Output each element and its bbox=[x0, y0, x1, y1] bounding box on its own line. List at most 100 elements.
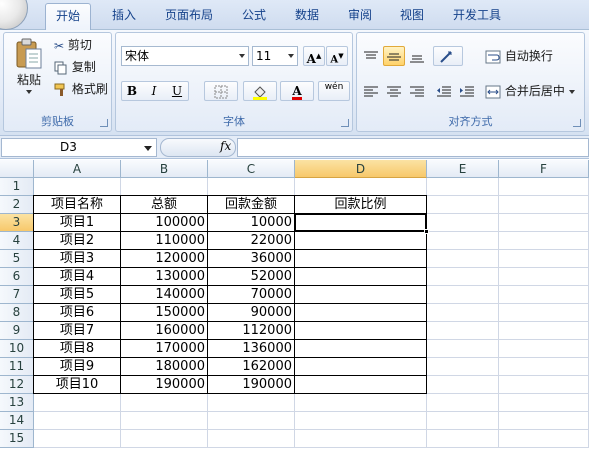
cell-d6[interactable] bbox=[295, 268, 427, 286]
align-right-button[interactable] bbox=[406, 81, 428, 101]
column-header-e[interactable]: E bbox=[427, 160, 499, 178]
cell-b12[interactable]: 190000 bbox=[121, 376, 208, 394]
cell-e8[interactable] bbox=[427, 304, 499, 322]
cell-f9[interactable] bbox=[499, 322, 589, 340]
paste-button[interactable]: 粘贴 bbox=[10, 37, 48, 105]
wrap-text-button[interactable]: 自动换行 bbox=[485, 48, 553, 64]
cell-a15[interactable] bbox=[34, 430, 121, 448]
cell-a10[interactable]: 项目8 bbox=[34, 340, 121, 358]
align-left-button[interactable] bbox=[360, 81, 382, 101]
cell-d4[interactable] bbox=[295, 232, 427, 250]
font-color-button[interactable]: A bbox=[280, 81, 314, 101]
row-header-12[interactable]: 12 bbox=[0, 376, 34, 394]
row-header-5[interactable]: 5 bbox=[0, 250, 34, 268]
insert-function-button[interactable]: fx bbox=[220, 139, 231, 153]
cell-e13[interactable] bbox=[427, 394, 499, 412]
cell-a13[interactable] bbox=[34, 394, 121, 412]
cell-c5[interactable]: 36000 bbox=[208, 250, 295, 268]
cell-d11[interactable] bbox=[295, 358, 427, 376]
format-painter-button[interactable]: 格式刷 bbox=[54, 81, 108, 97]
cell-a7[interactable]: 项目5 bbox=[34, 286, 121, 304]
row-header-1[interactable]: 1 bbox=[0, 178, 34, 196]
cell-f3[interactable] bbox=[499, 214, 589, 232]
tab-developer[interactable]: 开发工具 bbox=[453, 7, 501, 23]
column-header-a[interactable]: A bbox=[34, 160, 121, 178]
cell-b13[interactable] bbox=[121, 394, 208, 412]
cell-a9[interactable]: 项目7 bbox=[34, 322, 121, 340]
phonetic-button[interactable]: wén bbox=[318, 81, 350, 101]
cell-b10[interactable]: 170000 bbox=[121, 340, 208, 358]
row-header-2[interactable]: 2 bbox=[0, 196, 34, 214]
cell-b1[interactable] bbox=[121, 178, 208, 196]
cell-d5[interactable] bbox=[295, 250, 427, 268]
cell-f8[interactable] bbox=[499, 304, 589, 322]
cell-b8[interactable]: 150000 bbox=[121, 304, 208, 322]
cell-e1[interactable] bbox=[427, 178, 499, 196]
cell-f6[interactable] bbox=[499, 268, 589, 286]
tab-data[interactable]: 数据 bbox=[295, 7, 319, 23]
row-header-15[interactable]: 15 bbox=[0, 430, 34, 448]
cell-e15[interactable] bbox=[427, 430, 499, 448]
row-header-10[interactable]: 10 bbox=[0, 340, 34, 358]
cell-a14[interactable] bbox=[34, 412, 121, 430]
cell-e3[interactable] bbox=[427, 214, 499, 232]
cell-f13[interactable] bbox=[499, 394, 589, 412]
tab-page-layout[interactable]: 页面布局 bbox=[165, 7, 213, 23]
borders-button[interactable] bbox=[204, 81, 238, 101]
column-header-c[interactable]: C bbox=[208, 160, 295, 178]
cell-b7[interactable]: 140000 bbox=[121, 286, 208, 304]
cell-d9[interactable] bbox=[295, 322, 427, 340]
cell-c14[interactable] bbox=[208, 412, 295, 430]
cell-d3[interactable] bbox=[295, 214, 427, 232]
merge-center-button[interactable]: 合并后居中 bbox=[485, 83, 575, 99]
cell-c1[interactable] bbox=[208, 178, 295, 196]
cell-a1[interactable] bbox=[34, 178, 121, 196]
cell-a11[interactable]: 项目9 bbox=[34, 358, 121, 376]
cell-e9[interactable] bbox=[427, 322, 499, 340]
cell-a4[interactable]: 项目2 bbox=[34, 232, 121, 250]
row-header-11[interactable]: 11 bbox=[0, 358, 34, 376]
font-dialog-launcher[interactable] bbox=[341, 119, 349, 127]
cell-e14[interactable] bbox=[427, 412, 499, 430]
fill-handle[interactable] bbox=[424, 229, 429, 234]
cell-f2[interactable] bbox=[499, 196, 589, 214]
cell-b11[interactable]: 180000 bbox=[121, 358, 208, 376]
cell-e11[interactable] bbox=[427, 358, 499, 376]
font-size-combo[interactable]: 11 bbox=[252, 46, 298, 66]
align-bottom-button[interactable] bbox=[406, 46, 428, 66]
cell-f4[interactable] bbox=[499, 232, 589, 250]
select-all-corner[interactable] bbox=[0, 160, 34, 178]
font-name-combo[interactable]: 宋体 bbox=[121, 46, 249, 66]
fill-color-button[interactable] bbox=[243, 81, 277, 101]
cell-c8[interactable]: 90000 bbox=[208, 304, 295, 322]
alignment-dialog-launcher[interactable] bbox=[573, 119, 581, 127]
cell-e12[interactable] bbox=[427, 376, 499, 394]
cell-b6[interactable]: 130000 bbox=[121, 268, 208, 286]
cell-c2[interactable]: 回款金额 bbox=[208, 196, 295, 214]
row-header-7[interactable]: 7 bbox=[0, 286, 34, 304]
tab-insert[interactable]: 插入 bbox=[112, 7, 136, 23]
cell-f7[interactable] bbox=[499, 286, 589, 304]
cell-b15[interactable] bbox=[121, 430, 208, 448]
orientation-button[interactable] bbox=[433, 46, 463, 66]
cell-d2[interactable]: 回款比例 bbox=[295, 196, 427, 214]
cell-e2[interactable] bbox=[427, 196, 499, 214]
cell-c3[interactable]: 10000 bbox=[208, 214, 295, 232]
column-header-f[interactable]: F bbox=[499, 160, 589, 178]
cell-e4[interactable] bbox=[427, 232, 499, 250]
cell-a2[interactable]: 项目名称 bbox=[34, 196, 121, 214]
bold-button[interactable]: B bbox=[123, 81, 141, 101]
row-header-4[interactable]: 4 bbox=[0, 232, 34, 250]
cell-d7[interactable] bbox=[295, 286, 427, 304]
align-middle-button[interactable] bbox=[383, 46, 405, 66]
cell-c7[interactable]: 70000 bbox=[208, 286, 295, 304]
cell-c4[interactable]: 22000 bbox=[208, 232, 295, 250]
row-header-8[interactable]: 8 bbox=[0, 304, 34, 322]
increase-indent-button[interactable] bbox=[456, 81, 478, 101]
cell-a12[interactable]: 项目10 bbox=[34, 376, 121, 394]
row-header-3[interactable]: 3 bbox=[0, 214, 34, 232]
column-header-b[interactable]: B bbox=[121, 160, 208, 178]
cell-d12[interactable] bbox=[295, 376, 427, 394]
tab-view[interactable]: 视图 bbox=[400, 7, 424, 23]
row-header-9[interactable]: 9 bbox=[0, 322, 34, 340]
